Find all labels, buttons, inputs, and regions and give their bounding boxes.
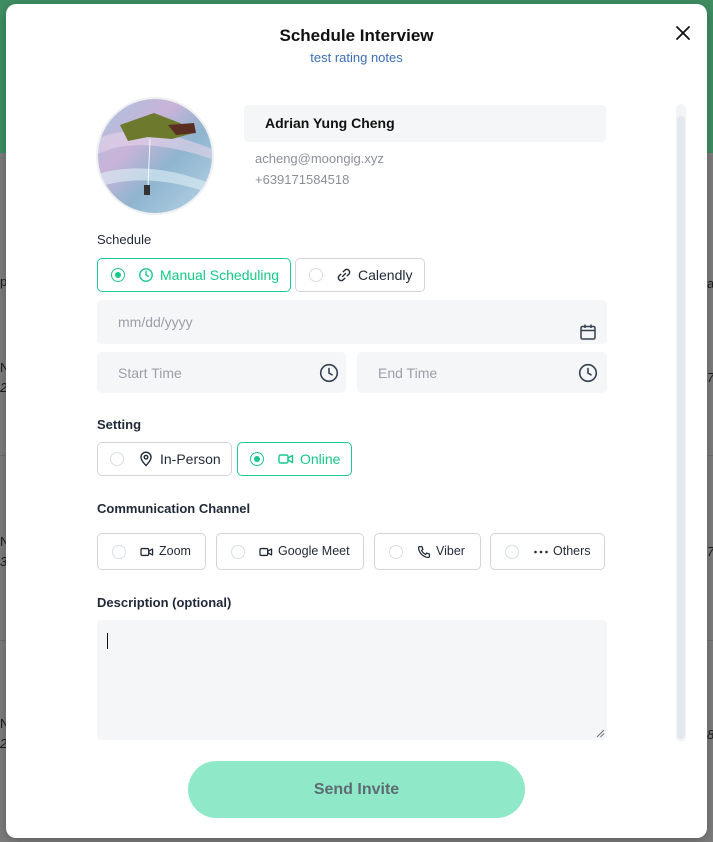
- google-meet-radio[interactable]: [231, 545, 245, 559]
- date-placeholder: mm/dd/yyyy: [118, 314, 193, 330]
- viber-option[interactable]: Viber: [374, 533, 481, 570]
- candidate-email: acheng@moongig.xyz: [255, 151, 384, 166]
- calendar-icon[interactable]: [579, 323, 597, 341]
- resize-grip-icon[interactable]: [596, 729, 605, 738]
- modal-subtitle: test rating notes: [310, 50, 403, 65]
- manual-scheduling-label: Manual Scheduling: [160, 267, 280, 283]
- calendly-option[interactable]: Calendly: [295, 258, 425, 292]
- communication-channel-label: Communication Channel: [97, 501, 251, 516]
- manual-scheduling-option[interactable]: Manual Scheduling: [97, 258, 291, 292]
- manual-scheduling-radio[interactable]: [111, 268, 125, 282]
- description-label: Description (optional): [97, 595, 232, 610]
- text-caret: [107, 633, 108, 649]
- clock-icon[interactable]: [578, 363, 598, 383]
- clock-icon[interactable]: [319, 363, 339, 383]
- setting-label: Setting: [97, 417, 142, 432]
- background-text: 7: [707, 544, 713, 559]
- location-pin-icon: [140, 451, 152, 467]
- scrollbar-thumb[interactable]: [677, 116, 685, 739]
- background-text: 8: [707, 727, 713, 742]
- modal-title: Schedule Interview: [279, 26, 434, 45]
- zoom-radio[interactable]: [112, 545, 126, 559]
- in-person-label: In-Person: [160, 451, 221, 467]
- video-icon: [278, 454, 294, 464]
- online-radio[interactable]: [250, 452, 264, 466]
- date-input[interactable]: mm/dd/yyyy: [97, 300, 607, 344]
- candidate-name: Adrian Yung Cheng: [265, 115, 395, 131]
- link-icon: [337, 268, 351, 282]
- others-option[interactable]: Others: [490, 533, 605, 570]
- calendly-radio[interactable]: [309, 268, 323, 282]
- background-text: a: [707, 276, 713, 291]
- online-option[interactable]: Online: [237, 442, 352, 476]
- video-icon: [140, 547, 154, 557]
- google-meet-label: Google Meet: [278, 544, 350, 558]
- others-radio[interactable]: [505, 545, 519, 559]
- avatar: [96, 97, 214, 215]
- in-person-option[interactable]: In-Person: [97, 442, 232, 476]
- schedule-interview-modal: Schedule Interview test rating notes Adr…: [6, 4, 707, 838]
- start-time-placeholder: Start Time: [118, 365, 182, 381]
- google-meet-option[interactable]: Google Meet: [216, 533, 364, 570]
- others-label: Others: [553, 544, 591, 558]
- avatar-image: [98, 99, 212, 213]
- zoom-option[interactable]: Zoom: [97, 533, 206, 570]
- in-person-radio[interactable]: [110, 452, 124, 466]
- background-text: 7: [707, 370, 713, 385]
- description-textarea[interactable]: [97, 620, 607, 740]
- candidate-phone: +639171584518: [255, 172, 350, 187]
- viber-radio[interactable]: [389, 545, 403, 559]
- clock-icon: [139, 268, 153, 282]
- schedule-label: Schedule: [97, 232, 152, 247]
- end-time-placeholder: End Time: [378, 365, 438, 381]
- online-label: Online: [300, 451, 341, 467]
- send-invite-button[interactable]: Send Invite: [188, 761, 525, 818]
- calendly-label: Calendly: [358, 267, 413, 283]
- candidate-name-box: Adrian Yung Cheng: [244, 105, 606, 142]
- close-icon: [676, 26, 690, 40]
- viber-label: Viber: [436, 544, 465, 558]
- ellipsis-icon: [534, 550, 548, 554]
- phone-icon: [417, 545, 431, 559]
- close-button[interactable]: [672, 22, 694, 44]
- end-time-input[interactable]: End Time: [357, 352, 607, 393]
- start-time-input[interactable]: Start Time: [97, 352, 346, 393]
- zoom-label: Zoom: [159, 544, 191, 558]
- video-icon: [259, 547, 273, 557]
